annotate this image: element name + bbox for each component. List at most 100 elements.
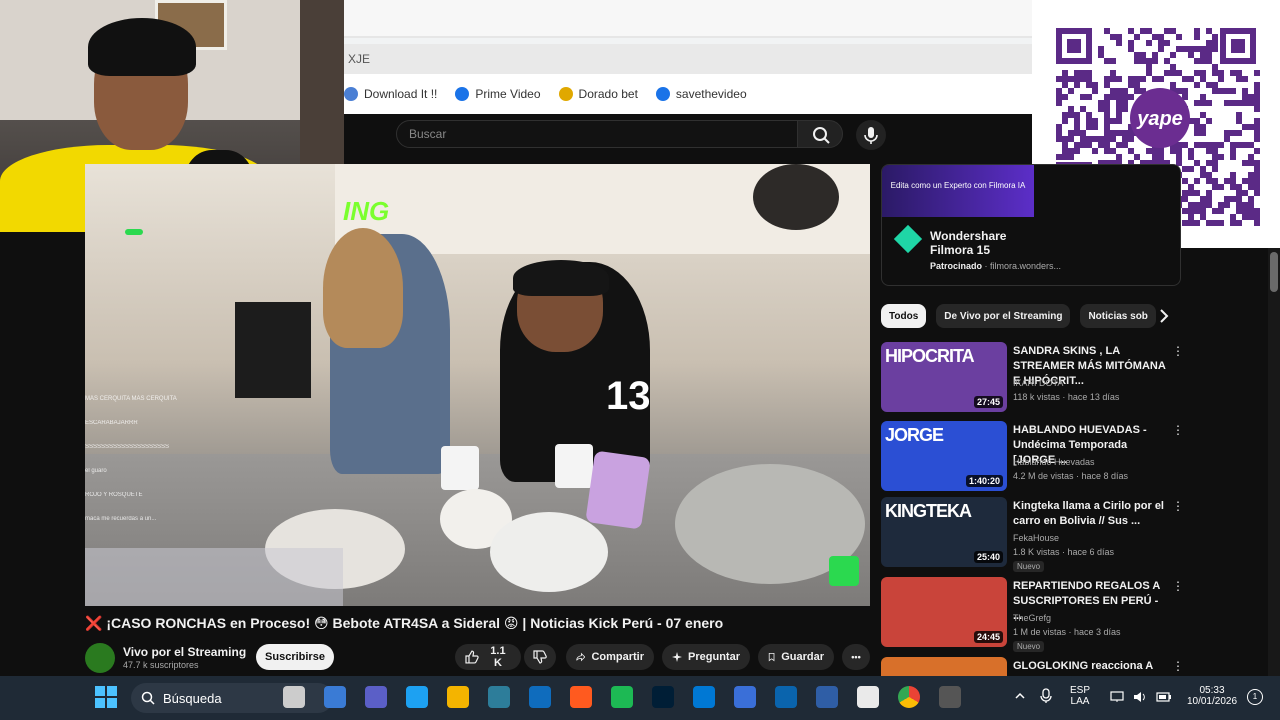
- recommended-video[interactable]: GLOGLOKING reacciona A ⋮: [881, 657, 1181, 676]
- onedrive-icon[interactable]: [693, 686, 715, 708]
- filter-chip[interactable]: Noticias sob: [1080, 304, 1156, 328]
- video-meta: 1.8 K vistas · hace 6 días: [1013, 547, 1115, 557]
- chat-message: SSSSSSSSSSSSSSSSSSSSS: [85, 444, 170, 450]
- more-vert-icon[interactable]: ⋮: [1172, 499, 1184, 513]
- chat-message: ROJO Y ROSQUETE: [85, 492, 143, 498]
- sponsored-label: Patrocinado: [930, 261, 983, 271]
- bookmark-label: savethevideo: [675, 87, 747, 101]
- more-vert-icon[interactable]: ⋮: [1172, 344, 1184, 358]
- video-thumbnail[interactable]: KINGTEKA 25:40: [881, 497, 1007, 567]
- ask-label: Preguntar: [688, 651, 740, 663]
- battery-icon[interactable]: [1156, 690, 1172, 708]
- bookmark-item[interactable]: savethevideo: [655, 87, 747, 101]
- ask-button[interactable]: Preguntar: [662, 644, 750, 670]
- bookmark-label: Download It !!: [364, 87, 438, 101]
- media-icon[interactable]: [570, 686, 592, 708]
- edge-icon[interactable]: [406, 686, 428, 708]
- channel-name[interactable]: IKARI DOTA: [1013, 378, 1063, 388]
- files-icon[interactable]: [324, 686, 346, 708]
- windows-logo-icon: [95, 686, 117, 708]
- channel-name[interactable]: FekaHouse: [1013, 533, 1059, 543]
- teams-icon[interactable]: [365, 686, 387, 708]
- bookmark-label: Prime Video: [475, 87, 541, 101]
- thumbnail-text: JORGE: [885, 425, 944, 445]
- bookmark-item[interactable]: Prime Video: [455, 87, 541, 101]
- recommended-video[interactable]: KINGTEKA 25:40 Kingteka llama a Cirilo por…: [881, 497, 1184, 572]
- video-thumbnail[interactable]: 24:45: [881, 577, 1007, 647]
- spotify-icon[interactable]: [611, 686, 633, 708]
- video-meta: 118 k vistas · hace 13 días: [1013, 392, 1120, 402]
- jersey-number: 13: [606, 374, 651, 418]
- microphone-icon: [864, 127, 878, 144]
- recommended-video[interactable]: JORGE 1:40:20 HABLANDO HUEVADAS - Undécima…: [881, 421, 1184, 493]
- windows-start-button[interactable]: [95, 686, 117, 713]
- save-button[interactable]: Guardar: [758, 644, 834, 670]
- language-indicator[interactable]: ESP LAA: [1070, 685, 1090, 707]
- mail-icon[interactable]: [529, 686, 551, 708]
- filmora-logo: [893, 224, 923, 254]
- microphone-tray-icon[interactable]: [1040, 688, 1052, 709]
- more-vert-icon[interactable]: ⋮: [1172, 423, 1184, 437]
- file-explorer-icon[interactable]: [447, 686, 469, 708]
- address-bar[interactable]: XJE: [344, 44, 1032, 74]
- share-button[interactable]: Compartir: [566, 644, 654, 670]
- folder-icon: [344, 87, 358, 101]
- settings-icon[interactable]: [939, 686, 961, 708]
- video-title[interactable]: GLOGLOKING reacciona A: [1013, 659, 1168, 674]
- clock[interactable]: 05:33 10/01/2026: [1184, 685, 1240, 707]
- video-duration: 25:40: [973, 551, 1003, 563]
- scrollbar[interactable]: [1268, 248, 1280, 676]
- more-actions-button[interactable]: •••: [842, 644, 870, 670]
- search-button[interactable]: [797, 120, 843, 148]
- bookmark-icon: [768, 653, 775, 662]
- video-title[interactable]: Kingteka llama a Cirilo por el carro en …: [1013, 499, 1168, 529]
- channel-name[interactable]: TheGrefg: [1013, 613, 1051, 623]
- like-button[interactable]: 1.1 K: [455, 644, 521, 670]
- widgets-icon[interactable]: [283, 686, 305, 708]
- language-code: ESP: [1070, 685, 1091, 696]
- channel-avatar[interactable]: [85, 643, 115, 673]
- photoshop-icon[interactable]: [652, 686, 674, 708]
- voice-search-button[interactable]: [856, 120, 886, 150]
- kick-logo: [829, 556, 859, 586]
- ad-title: Wondershare Filmora 15: [930, 229, 1007, 257]
- filter-chip[interactable]: De Vivo por el Streaming: [936, 304, 1071, 328]
- channel-name[interactable]: Hablando Huevadas: [1013, 457, 1095, 467]
- bookmark-label: Dorado bet: [578, 87, 638, 101]
- more-vert-icon[interactable]: ⋮: [1172, 579, 1184, 593]
- volume-icon[interactable]: [1133, 690, 1147, 708]
- notification-badge[interactable]: 1: [1247, 689, 1263, 705]
- notepad-icon[interactable]: [734, 686, 756, 708]
- stream-chat-overlay: MÁS CERQUITA MÁS CERQUITA ESCARABAJARRR SS…: [85, 344, 325, 544]
- scrollbar-thumb[interactable]: [1270, 252, 1278, 292]
- search-input[interactable]: Buscar: [396, 120, 798, 148]
- recommended-video[interactable]: HIPOCRITA 27:45 SANDRA SKINS , LA STREAMER…: [881, 342, 1184, 414]
- video-thumbnail[interactable]: [881, 657, 1007, 676]
- video-meta: 4.2 M de vistas · hace 8 días: [1013, 471, 1129, 481]
- dislike-button[interactable]: [524, 644, 556, 670]
- video-player[interactable]: 13 ING MÁS CERQUITA MÁS CERQUITA ESCARABA…: [85, 164, 870, 606]
- chevron-right-icon[interactable]: [1158, 308, 1170, 329]
- chat-message: el guaro: [85, 468, 107, 474]
- outlook-icon[interactable]: [775, 686, 797, 708]
- sponsored-ad-card[interactable]: Edita como un Experto con Filmora IA Won…: [881, 164, 1181, 286]
- store-icon[interactable]: [488, 686, 510, 708]
- calculator-icon[interactable]: [857, 686, 879, 708]
- chevron-up-icon[interactable]: [1014, 689, 1026, 707]
- filter-chip[interactable]: Todos: [881, 304, 927, 328]
- more-vert-icon[interactable]: ⋮: [1172, 659, 1181, 673]
- bookmark-item[interactable]: Dorado bet: [558, 87, 638, 101]
- video-thumbnail[interactable]: HIPOCRITA 27:45: [881, 342, 1007, 412]
- video-title: ❌ ¡CASO RONCHAS en Proceso! 😳 Bebote ATR…: [85, 615, 724, 631]
- sparkle-icon: [672, 651, 683, 663]
- chrome-icon[interactable]: [898, 686, 920, 708]
- recommended-video[interactable]: 24:45 REPARTIENDO REGALOS A SUSCRIPTORES …: [881, 577, 1184, 652]
- bookmark-item[interactable]: Download It !!: [344, 87, 437, 101]
- browser-tab-strip: [344, 0, 1032, 44]
- search-icon: [813, 127, 830, 144]
- channel-name[interactable]: Vivo por el Streaming: [123, 645, 246, 659]
- network-icon[interactable]: [1110, 690, 1124, 708]
- video-thumbnail[interactable]: JORGE 1:40:20: [881, 421, 1007, 491]
- calendar-icon[interactable]: [816, 686, 838, 708]
- subscribe-button[interactable]: Suscribirse: [256, 644, 334, 670]
